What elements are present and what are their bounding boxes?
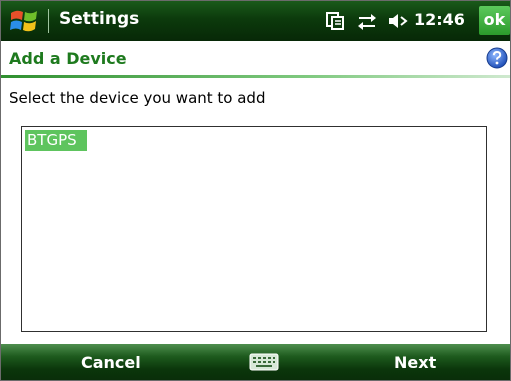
page-title: Add a Device [9, 49, 127, 68]
keyboard-icon[interactable] [249, 353, 279, 371]
windows-start-button[interactable] [9, 7, 39, 35]
instruction-text: Select the device you want to add [9, 89, 266, 107]
next-button[interactable]: Next [394, 353, 436, 372]
cancel-button[interactable]: Cancel [81, 353, 141, 372]
screen: Settings 12:46 ok Add a Device Select th… [0, 0, 511, 381]
title-separator [48, 9, 49, 33]
clock[interactable]: 12:46 [414, 10, 465, 29]
windows-flag-icon [10, 10, 37, 32]
device-list[interactable]: BTGPS [21, 126, 487, 332]
header-divider [1, 75, 510, 78]
softkey-bar: Cancel Next [1, 344, 510, 380]
ok-button[interactable]: ok [479, 6, 510, 35]
app-title: Settings [59, 9, 140, 29]
list-item[interactable]: BTGPS [25, 130, 87, 151]
sync-icon[interactable] [324, 10, 346, 32]
connectivity-icon[interactable] [356, 10, 378, 32]
title-bar: Settings 12:46 ok [1, 1, 510, 41]
page-header: Add a Device [1, 41, 510, 75]
help-icon[interactable] [486, 47, 508, 69]
volume-icon[interactable] [387, 10, 409, 32]
